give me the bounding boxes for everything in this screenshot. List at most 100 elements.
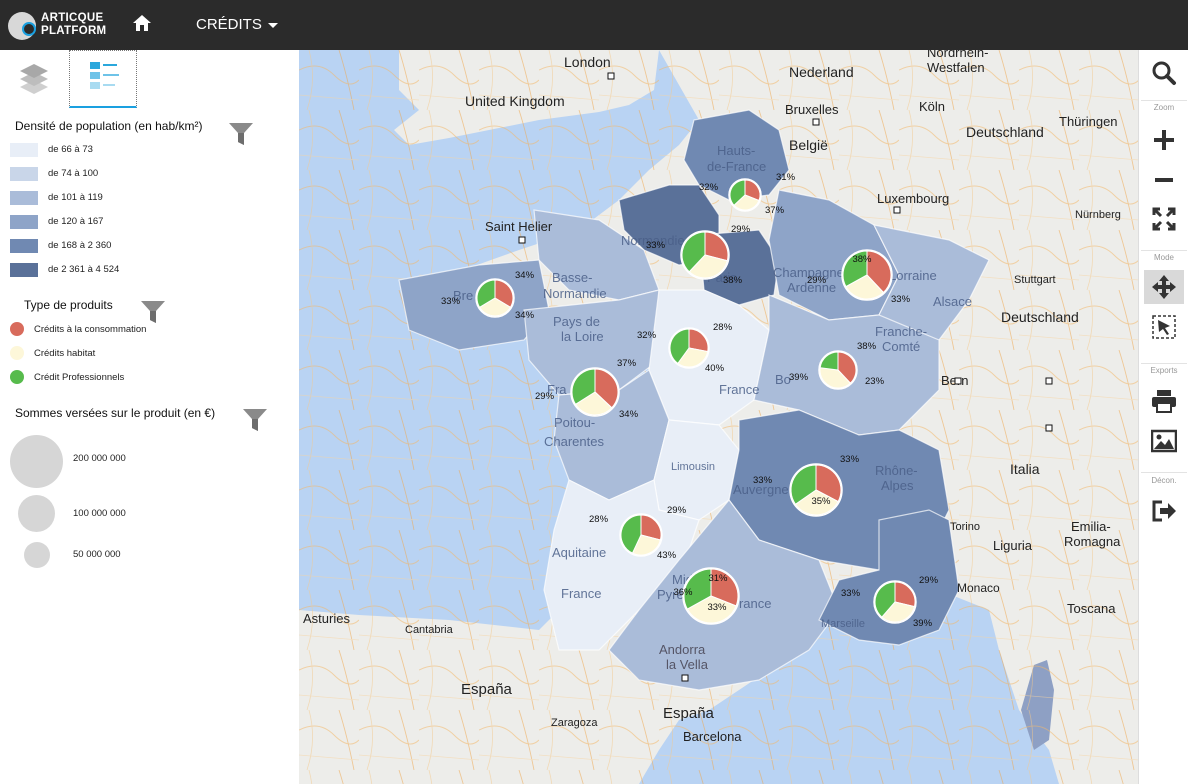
- logo-mark-icon: [8, 12, 36, 40]
- density-label: de 101 à 119: [48, 192, 103, 203]
- density-legend-item: de 120 à 167: [10, 215, 270, 229]
- product-type-filter-icon[interactable]: [140, 300, 166, 324]
- place-label: Asturies: [303, 611, 350, 626]
- pie-percent-label: 33%: [441, 296, 461, 307]
- region-label: Charentes: [544, 434, 604, 449]
- image-icon: [1151, 429, 1177, 453]
- region-label: Comté: [882, 339, 920, 354]
- pie-percent-label: 38%: [857, 341, 877, 352]
- region-label: France: [719, 382, 759, 397]
- plus-icon: [1154, 130, 1174, 150]
- fit-extent-button[interactable]: [1144, 202, 1184, 236]
- legend-sidebar: Densité de population (en hab/km²) de 66…: [0, 50, 299, 784]
- pie-percent-label: 29%: [667, 505, 687, 516]
- pie-percent-label: 31%: [708, 573, 728, 584]
- place-label: London: [564, 54, 611, 70]
- density-label: de 168 à 2 360: [48, 240, 112, 251]
- pie-percent-label: 33%: [891, 294, 911, 305]
- place-label: Liguria: [993, 538, 1033, 553]
- place-label: Thüringen: [1059, 114, 1118, 129]
- zoom-out-button[interactable]: [1144, 163, 1184, 197]
- logout-section-label: Décon.: [1151, 476, 1177, 485]
- pie-percent-label: 34%: [515, 310, 535, 321]
- pie-percent-label: 39%: [789, 372, 809, 383]
- density-label: de 66 à 73: [48, 144, 93, 155]
- pie-percent-label: 29%: [535, 391, 555, 402]
- product-type-swatch: [10, 370, 24, 384]
- logout-button[interactable]: [1144, 494, 1184, 528]
- density-swatch: [10, 215, 38, 229]
- place-label: Andorra: [659, 642, 706, 657]
- pie-percent-label: 33%: [841, 588, 861, 599]
- print-icon: [1152, 390, 1176, 413]
- sign-out-icon: [1152, 500, 1176, 522]
- export-image-button[interactable]: [1144, 424, 1184, 458]
- place-label: Bruxelles: [785, 102, 839, 117]
- region-label: Normandie: [543, 286, 607, 301]
- place-label: Deutschland: [1001, 309, 1079, 325]
- mode-section-label: Mode: [1153, 253, 1174, 262]
- pie-percent-label: 38%: [852, 254, 872, 265]
- pie-percent-label: 23%: [865, 376, 885, 387]
- articque-logo[interactable]: ARTICQUE PLATFORM: [8, 10, 118, 40]
- select-mode-button[interactable]: [1144, 310, 1184, 344]
- density-label: de 120 à 167: [48, 216, 104, 227]
- product-type-legend-title: Type de produits: [24, 298, 113, 312]
- pie-percent-label: 39%: [913, 618, 933, 629]
- minus-icon: [1155, 178, 1173, 182]
- top-bar: ARTICQUE PLATFORM CRÉDITS: [0, 0, 1188, 50]
- map-canvas[interactable]: London Nederland Nordrhein- Westfalen Un…: [299, 50, 1138, 784]
- amount-label: 100 000 000: [73, 508, 126, 519]
- amount-label: 200 000 000: [73, 453, 126, 464]
- place-label: Luxembourg: [877, 191, 949, 206]
- density-legend-title: Densité de population (en hab/km²): [15, 119, 203, 133]
- place-label: Nürnberg: [1075, 209, 1121, 221]
- pie-percent-label: 29%: [807, 275, 827, 286]
- search-icon: [1152, 61, 1176, 85]
- pie-percent-label: 33%: [707, 602, 727, 613]
- caret-down-icon: [267, 22, 278, 28]
- city-marker: [954, 377, 962, 385]
- home-icon[interactable]: [130, 13, 154, 37]
- pie-percent-label: 32%: [699, 182, 719, 193]
- credits-dropdown-menu[interactable]: CRÉDITS: [196, 16, 278, 33]
- pie-percent-label: 35%: [811, 496, 831, 507]
- city-marker: [893, 206, 901, 214]
- amounts-filter-icon[interactable]: [242, 408, 268, 432]
- pie-percent-label: 37%: [765, 205, 785, 216]
- density-legend-item: de 66 à 73: [10, 143, 270, 157]
- place-label: la Vella: [666, 657, 709, 672]
- amount-label: 50 000 000: [73, 549, 121, 560]
- pan-mode-button[interactable]: [1144, 270, 1184, 304]
- region-label: Alpes: [881, 478, 914, 493]
- city-marker: [1045, 424, 1053, 432]
- city-marker: [518, 236, 526, 244]
- map-view[interactable]: London Nederland Nordrhein- Westfalen Un…: [299, 50, 1138, 784]
- region-label: Marseille: [821, 618, 865, 630]
- region-label: de-France: [707, 159, 766, 174]
- exports-section-label: Exports: [1150, 366, 1178, 375]
- logo-line-2: PLATFORM: [41, 25, 107, 37]
- pie-percent-label: 34%: [619, 409, 639, 420]
- density-swatch: [10, 167, 38, 181]
- product-type-swatch: [10, 322, 24, 336]
- place-label: Torino: [950, 521, 980, 533]
- region-label: Lorraine: [889, 268, 937, 283]
- pie-percent-label: 29%: [731, 224, 751, 235]
- tab-layers[interactable]: [0, 50, 68, 108]
- pie-percent-label: 28%: [589, 514, 609, 525]
- place-label: Romagna: [1064, 534, 1121, 549]
- region-label: Aquitaine: [552, 545, 606, 560]
- amount-circle-small: [24, 542, 50, 568]
- zoom-in-button[interactable]: [1144, 123, 1184, 157]
- place-label: Nederland: [789, 64, 854, 80]
- density-legend-item: de 74 à 100: [10, 167, 270, 181]
- place-label: Westfalen: [927, 60, 985, 75]
- search-button[interactable]: [1144, 56, 1184, 90]
- tab-legend[interactable]: [69, 50, 137, 108]
- pie-percent-label: 28%: [713, 322, 733, 333]
- place-label: España: [461, 681, 513, 698]
- logo-line-1: ARTICQUE: [41, 12, 104, 24]
- move-arrows-icon: [1152, 275, 1176, 299]
- print-button[interactable]: [1144, 384, 1184, 418]
